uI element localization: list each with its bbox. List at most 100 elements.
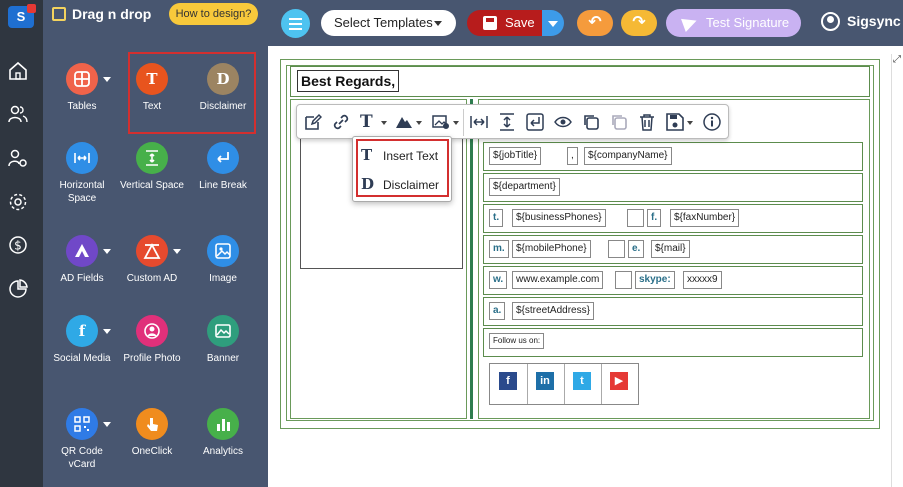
empty-cell[interactable] <box>627 209 644 227</box>
field-placeholder[interactable]: ${mobilePhone} <box>512 240 591 258</box>
field-label[interactable]: e. <box>628 240 645 258</box>
tool-label: Image <box>209 273 237 284</box>
twitter-icon[interactable]: t <box>573 372 591 390</box>
save-dropdown-button[interactable] <box>542 10 564 36</box>
expand-icon[interactable]: ⤢ <box>893 54 903 68</box>
top-toolbar: Select Templates Save ↶ ↷ Test Signature… <box>268 0 903 46</box>
users-icon[interactable] <box>8 104 28 124</box>
copy-icon[interactable] <box>582 113 600 131</box>
avatar-icon <box>821 12 840 31</box>
tool-analytics[interactable]: Analytics <box>188 408 258 458</box>
column-divider <box>470 99 473 419</box>
link-icon[interactable] <box>332 113 350 131</box>
custom-ad-icon <box>136 235 168 267</box>
chevron-down-icon[interactable] <box>687 121 693 125</box>
chevron-down-icon[interactable] <box>453 121 459 125</box>
field-placeholder[interactable]: ${department} <box>489 178 560 196</box>
save-block-icon[interactable] <box>666 113 684 131</box>
tool-line-break[interactable]: Line Break <box>188 142 258 192</box>
field-label[interactable]: skype: <box>635 271 675 289</box>
horizontal-space-tool-icon[interactable] <box>470 113 488 131</box>
field-placeholder[interactable]: ${mail} <box>651 240 690 258</box>
preview-icon[interactable] <box>554 113 572 131</box>
delete-icon[interactable] <box>638 113 656 131</box>
template-select[interactable]: Select Templates <box>321 10 456 36</box>
image-settings-icon[interactable] <box>432 113 450 131</box>
empty-cell[interactable] <box>608 240 625 258</box>
info-icon[interactable] <box>703 113 721 131</box>
chevron-down-icon[interactable] <box>173 249 181 254</box>
greeting-text[interactable]: Best Regards, <box>297 70 400 92</box>
field-label[interactable]: m. <box>489 240 509 258</box>
field-placeholder[interactable]: www.example.com <box>512 271 604 289</box>
qr-code-icon <box>66 408 98 440</box>
tool-label: QR Code vCard <box>61 446 103 470</box>
redo-button[interactable]: ↷ <box>621 10 657 36</box>
empty-cell[interactable] <box>615 271 632 289</box>
drag-drop-icon <box>52 7 66 21</box>
field-label[interactable]: a. <box>489 302 506 320</box>
field-label[interactable]: t. <box>489 209 504 227</box>
analytics-icon <box>207 408 239 440</box>
billing-icon[interactable]: $ <box>8 235 28 255</box>
panel-title: Drag n drop <box>72 6 152 22</box>
undo-button[interactable]: ↶ <box>577 10 613 36</box>
edit-icon[interactable] <box>304 113 323 131</box>
chevron-down-icon[interactable] <box>103 329 111 334</box>
table-icon <box>66 63 98 95</box>
chevron-down-icon[interactable] <box>103 249 111 254</box>
template-select-label: Select Templates <box>334 15 433 30</box>
test-signature-button[interactable]: Test Signature <box>666 9 801 37</box>
chevron-down-icon[interactable] <box>416 121 422 125</box>
social-divider <box>564 364 565 404</box>
field-placeholder[interactable]: ${faxNumber} <box>670 209 740 227</box>
banner-icon <box>207 315 239 347</box>
field-placeholder[interactable]: ${jobTitle} <box>489 147 542 165</box>
ad-fields-icon <box>66 235 98 267</box>
home-icon[interactable] <box>8 61 28 81</box>
youtube-icon[interactable]: ▶ <box>610 372 628 390</box>
tool-banner[interactable]: Banner <box>188 315 258 365</box>
tool-qr-code-vcard[interactable]: QR Code vCard <box>47 408 117 471</box>
field-placeholder[interactable]: ${streetAddress} <box>512 302 594 320</box>
tool-image[interactable]: Image <box>188 235 258 285</box>
tool-vertical-space[interactable]: Vertical Space <box>117 142 187 192</box>
chevron-down-icon <box>548 21 558 27</box>
menu-button[interactable] <box>281 9 310 38</box>
scrollbar[interactable]: ⤢ <box>891 54 903 487</box>
line-break-tool-icon[interactable] <box>526 113 544 131</box>
analytics-rail-icon[interactable] <box>8 279 28 299</box>
vertical-space-tool-icon[interactable] <box>498 113 516 131</box>
tool-profile-photo[interactable]: Profile Photo <box>117 315 187 365</box>
redo-icon: ↷ <box>632 14 646 31</box>
chevron-down-icon[interactable] <box>103 77 111 82</box>
font-color-icon[interactable] <box>395 113 413 131</box>
field-placeholder[interactable]: ${companyName} <box>584 147 672 165</box>
text-insert-icon[interactable]: T <box>360 113 378 131</box>
field-placeholder[interactable]: , <box>567 147 578 165</box>
gear-icon[interactable] <box>8 192 28 212</box>
sigsync-logo-icon[interactable]: S <box>8 4 36 28</box>
field-placeholder[interactable]: Follow us on: <box>489 333 545 349</box>
save-button[interactable]: Save <box>467 10 542 36</box>
facebook-icon[interactable]: f <box>499 372 517 390</box>
field-label[interactable]: f. <box>647 209 662 227</box>
chevron-down-icon[interactable] <box>103 422 111 427</box>
highlight-box <box>128 52 256 134</box>
tool-oneclick[interactable]: OneClick <box>117 408 187 458</box>
how-to-design-button[interactable]: How to design? <box>169 3 258 25</box>
field-placeholder[interactable]: ${businessPhones} <box>512 209 606 227</box>
field-placeholder[interactable]: xxxxx9 <box>683 271 722 289</box>
tool-social-media[interactable]: f Social Media <box>47 315 117 365</box>
tool-horizontal-space[interactable]: Horizontal Space <box>47 142 117 205</box>
tool-tables[interactable]: Tables <box>47 63 117 113</box>
field-label[interactable]: w. <box>489 271 508 289</box>
paste-icon[interactable] <box>610 113 628 131</box>
tool-custom-ad[interactable]: Custom AD <box>117 235 187 285</box>
tool-label: Custom AD <box>126 273 178 284</box>
chevron-down-icon[interactable] <box>381 121 387 125</box>
tool-ad-fields[interactable]: AD Fields <box>47 235 117 285</box>
tool-label: Vertical Space <box>120 180 184 191</box>
user-settings-icon[interactable] <box>8 148 28 168</box>
linkedin-icon[interactable]: in <box>536 372 554 390</box>
